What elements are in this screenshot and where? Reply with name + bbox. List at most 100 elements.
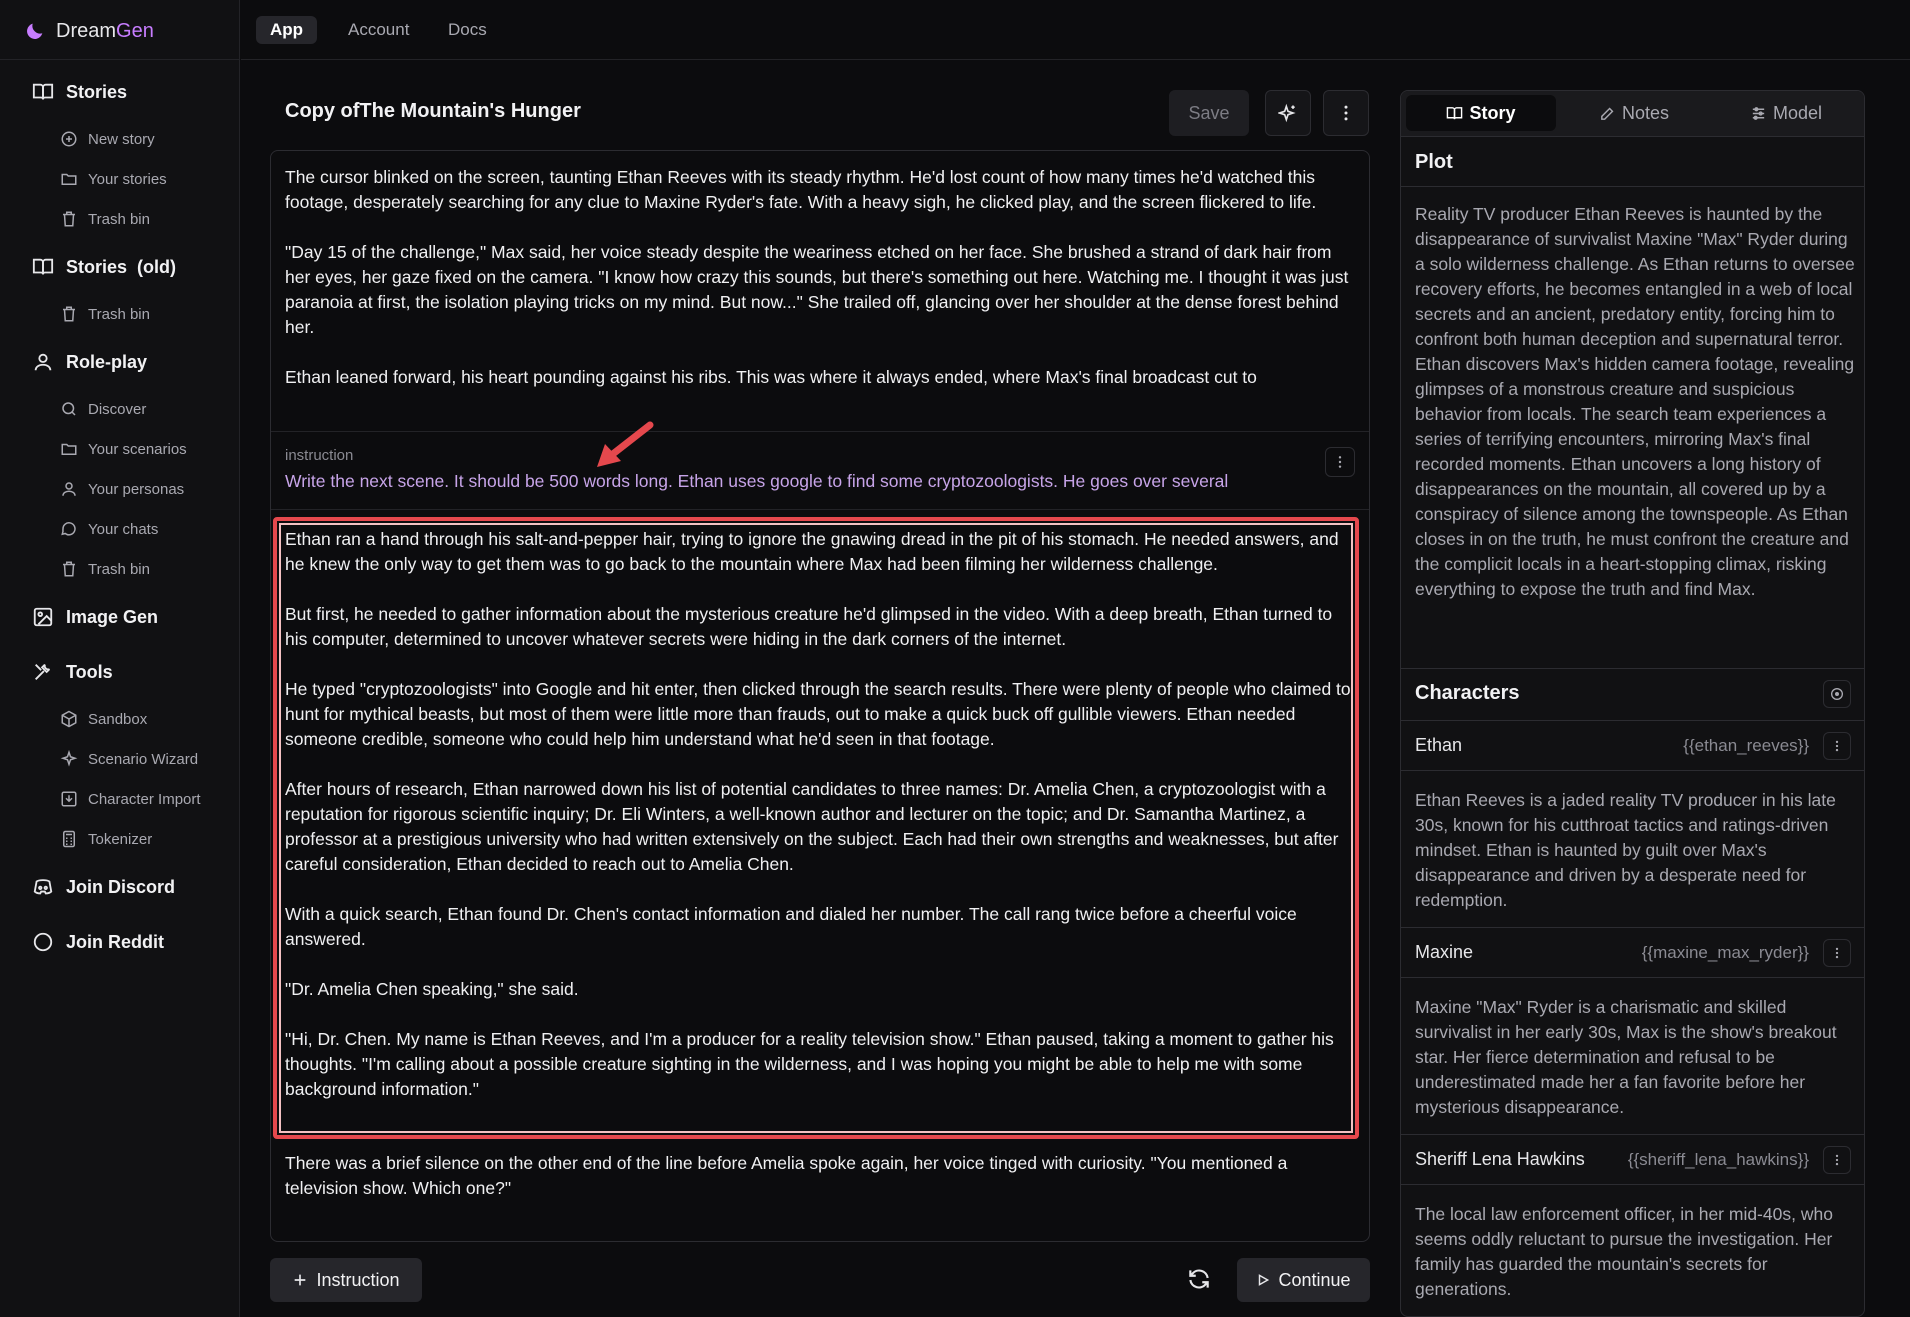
character-description[interactable]: Maxine "Max" Ryder is a charismatic and … bbox=[1415, 995, 1855, 1120]
add-instruction-button[interactable]: Instruction bbox=[270, 1258, 422, 1302]
nav-section-label: Image Gen bbox=[66, 606, 159, 627]
nav-section-label: Stories bbox=[66, 81, 128, 102]
tab-story[interactable]: Story bbox=[1406, 95, 1556, 131]
story-title[interactable]: Copy ofThe Mountain's Hunger bbox=[285, 100, 581, 123]
character-name[interactable]: Sheriff Lena Hawkins bbox=[1415, 1149, 1585, 1170]
character-name[interactable]: Ethan bbox=[1415, 735, 1462, 756]
character-handle: {{ethan_reeves}} bbox=[1683, 736, 1809, 755]
divider bbox=[1401, 1184, 1864, 1185]
add-instruction-label: Instruction bbox=[316, 1269, 400, 1290]
divider bbox=[1401, 186, 1864, 187]
folder-icon bbox=[61, 173, 77, 185]
nav-section-stories[interactable]: Stories bbox=[32, 81, 127, 103]
images-icon bbox=[33, 607, 53, 627]
nav-section-stories-old[interactable]: Stories (old) bbox=[32, 256, 176, 278]
nav-section-role-play[interactable]: Role-play bbox=[32, 351, 147, 373]
sidebar-item-discover[interactable]: Discover bbox=[60, 400, 146, 418]
instruction-label: instruction bbox=[285, 447, 354, 464]
sidebar-item-label: Your stories bbox=[88, 170, 167, 188]
sidebar-item-trash-bin-old[interactable]: Trash bin bbox=[60, 305, 150, 323]
divider bbox=[271, 509, 1369, 510]
story-text-block-highlighted[interactable]: Ethan ran a hand through his salt-and-pe… bbox=[285, 527, 1355, 1127]
sidebar-item-character-import[interactable]: Character Import bbox=[60, 790, 201, 808]
sidebar-divider bbox=[0, 59, 240, 60]
sidebar-item-scenario-wizard[interactable]: Scenario Wizard bbox=[60, 750, 198, 768]
sidebar: DreamGen Stories New story Your stories … bbox=[0, 0, 240, 1317]
ai-magic-button[interactable] bbox=[1265, 90, 1311, 136]
plot-text[interactable]: Reality TV producer Ethan Reeves is haun… bbox=[1415, 202, 1855, 602]
character-name[interactable]: Maxine bbox=[1415, 942, 1473, 963]
top-tab-account[interactable]: Account bbox=[334, 16, 423, 44]
book-icon bbox=[32, 83, 54, 100]
vertical-dots-icon bbox=[1344, 105, 1348, 121]
character-menu-button[interactable] bbox=[1823, 1146, 1851, 1174]
vertical-dots-icon bbox=[1338, 456, 1342, 468]
tab-model[interactable]: Model bbox=[1711, 95, 1861, 131]
add-character-button[interactable] bbox=[1823, 680, 1851, 708]
logo[interactable]: DreamGen bbox=[24, 16, 154, 46]
story-text-block[interactable]: There was a brief silence on the other e… bbox=[285, 1151, 1355, 1231]
trash-icon bbox=[63, 306, 75, 322]
sidebar-item-label: Your personas bbox=[88, 480, 185, 498]
save-button[interactable]: Save bbox=[1169, 90, 1249, 136]
sidebar-item-your-personas[interactable]: Your personas bbox=[60, 480, 184, 498]
vertical-dots-icon bbox=[1835, 740, 1839, 752]
top-tab-docs[interactable]: Docs bbox=[434, 16, 501, 44]
sidebar-item-your-chats[interactable]: Your chats bbox=[60, 520, 158, 538]
instruction-text[interactable]: Write the next scene. It should be 500 w… bbox=[285, 471, 1335, 492]
edit-icon bbox=[1601, 107, 1614, 120]
book-icon bbox=[1447, 106, 1463, 119]
continue-button[interactable]: Continue bbox=[1237, 1258, 1370, 1302]
sidebar-item-label: Trash bin bbox=[88, 560, 150, 578]
plus-circle-icon bbox=[1831, 688, 1843, 700]
sidebar-item-sandbox[interactable]: Sandbox bbox=[60, 710, 147, 728]
sliders-icon bbox=[1752, 106, 1765, 120]
reddit-icon bbox=[33, 932, 53, 952]
sidebar-item-label: Trash bin bbox=[88, 210, 150, 228]
tab-label: Model bbox=[1772, 102, 1823, 123]
chat-icon bbox=[61, 522, 76, 536]
sidebar-item-label: Trash bin bbox=[88, 305, 150, 323]
calculator-icon bbox=[63, 830, 75, 848]
character-handle: {{sheriff_lena_hawkins}} bbox=[1627, 1150, 1809, 1169]
instruction-menu-button[interactable] bbox=[1325, 447, 1355, 477]
character-menu-button[interactable] bbox=[1823, 732, 1851, 760]
divider bbox=[1401, 927, 1864, 928]
refresh-icon[interactable] bbox=[1186, 1266, 1212, 1292]
sidebar-item-label: Your scenarios bbox=[88, 440, 187, 458]
vertical-dots-icon bbox=[1835, 947, 1839, 959]
character-menu-button[interactable] bbox=[1823, 939, 1851, 967]
continue-label: Continue bbox=[1278, 1269, 1351, 1290]
nav-section-join-reddit[interactable]: Join Reddit bbox=[32, 931, 164, 953]
tab-notes[interactable]: Notes bbox=[1559, 95, 1709, 131]
nav-section-image-gen[interactable]: Image Gen bbox=[32, 606, 158, 628]
character-handle: {{maxine_max_ryder}} bbox=[1641, 943, 1809, 962]
nav-section-tools[interactable]: Tools bbox=[32, 661, 113, 683]
sparkle-icon bbox=[60, 750, 78, 767]
sidebar-item-trash-bin-roleplay[interactable]: Trash bin bbox=[60, 560, 150, 578]
sidebar-item-your-scenarios[interactable]: Your scenarios bbox=[60, 440, 187, 458]
sidebar-item-new-story[interactable]: New story bbox=[60, 130, 155, 148]
story-editor[interactable]: The cursor blinked on the screen, taunti… bbox=[270, 150, 1370, 1242]
sidebar-item-label: Tokenizer bbox=[88, 830, 153, 848]
top-tab-app[interactable]: App bbox=[256, 16, 318, 44]
nav-section-join-discord[interactable]: Join Discord bbox=[32, 876, 175, 898]
sidebar-item-label: Sandbox bbox=[88, 710, 148, 728]
sidebar-item-trash-bin[interactable]: Trash bin bbox=[60, 210, 150, 228]
sidebar-item-label: Your chats bbox=[88, 520, 159, 538]
sidebar-item-tokenizer[interactable]: Tokenizer bbox=[60, 830, 152, 848]
discord-icon bbox=[33, 879, 53, 895]
more-options-button[interactable] bbox=[1323, 90, 1369, 136]
sidebar-item-your-stories[interactable]: Your stories bbox=[60, 170, 167, 188]
sidebar-item-label: Scenario Wizard bbox=[88, 750, 199, 768]
story-text-block[interactable]: The cursor blinked on the screen, taunti… bbox=[285, 165, 1355, 430]
brand-name-part2: Gen bbox=[116, 19, 154, 42]
nav-section-label: Role-play bbox=[66, 351, 148, 372]
book-icon bbox=[32, 258, 54, 275]
character-description[interactable]: Ethan Reeves is a jaded reality TV produ… bbox=[1415, 788, 1855, 913]
tab-label: Notes bbox=[1621, 102, 1670, 123]
plus-circle-icon bbox=[61, 131, 77, 147]
trash-icon bbox=[63, 561, 75, 577]
import-icon bbox=[61, 791, 77, 807]
character-description[interactable]: The local law enforcement officer, in he… bbox=[1415, 1202, 1855, 1302]
